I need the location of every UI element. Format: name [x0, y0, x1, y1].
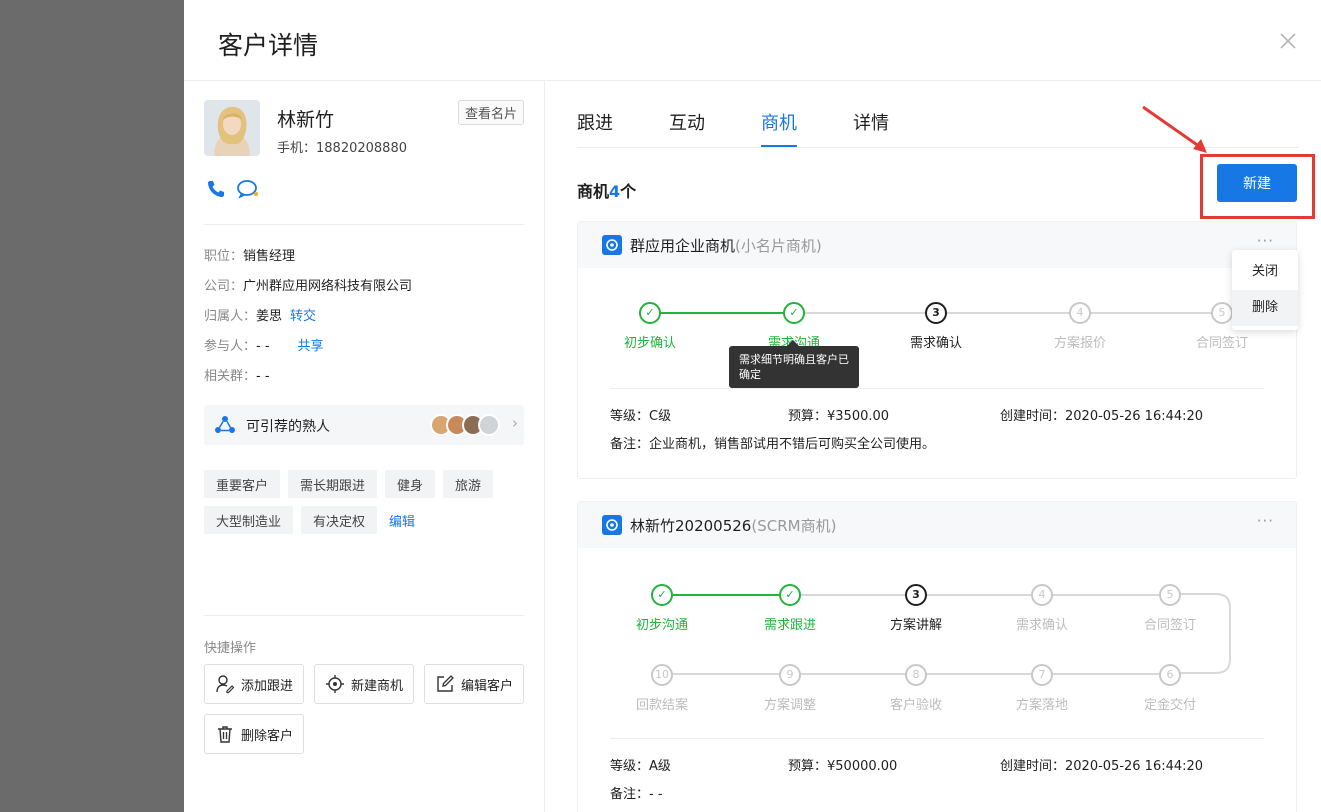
network-icon — [215, 416, 235, 433]
stage-step: 3 需求确认 — [896, 302, 976, 351]
info-company: 公司：广州群应用网络科技有限公司 — [204, 279, 413, 294]
tab-followup[interactable]: 跟进 — [577, 109, 613, 147]
opportunity-card-header: 林新竹20200526(SCRM商机) ··· — [578, 502, 1296, 548]
avatar — [204, 100, 260, 156]
tab-bar: 跟进 互动 商机 详情 — [577, 109, 945, 147]
info-owner: 归属人：姜思 转交 — [204, 309, 317, 324]
tag: 重要客户 — [204, 470, 281, 498]
detail-tabs-panel: 跟进 互动 商机 详情 商机4个 新建 群应用企业商机(小名片商机) ··· ✓… — [577, 81, 1315, 812]
stage-tooltip: 需求细节明确且客户已确定 — [729, 340, 859, 388]
more-acquaintances-icon — [478, 414, 500, 436]
profile-divider — [204, 224, 524, 225]
menu-close[interactable]: 关闭 — [1232, 254, 1298, 290]
stage-step: 8 客户验收 — [876, 664, 956, 713]
drawer-title: 客户详情 — [218, 31, 319, 60]
opportunity-meta: 等级：A级 预算：¥50000.00 创建时间：2020-05-26 16:44… — [610, 738, 1264, 811]
contact-icons — [206, 179, 260, 199]
stage-progress: ✓ 初步沟通 ✓ 需求跟进 3 方案讲解 4 需求确认 5 合同签订 6 定金交付 7 方案落… — [578, 548, 1296, 738]
share-link[interactable]: 共享 — [298, 339, 324, 354]
stage-step: 10 回款结案 — [622, 664, 702, 713]
tab-opportunity[interactable]: 商机 — [761, 109, 797, 147]
chevron-right-icon: › — [512, 414, 518, 432]
opportunity-context-menu: 关闭 删除 — [1232, 250, 1298, 330]
customer-phone: 手机：18820208880 — [277, 141, 407, 156]
add-followup-button[interactable]: 添加跟进 — [204, 664, 304, 704]
user-add-icon — [216, 675, 235, 694]
view-card-button[interactable]: 查看名片 — [457, 100, 524, 125]
meta-note: 备注：- - — [610, 787, 663, 802]
acquaintance-label: 可引荐的熟人 — [246, 419, 330, 435]
customer-name: 林新竹 — [277, 109, 335, 131]
delete-customer-button[interactable]: 删除客户 — [204, 714, 304, 754]
edit-customer-button[interactable]: 编辑客户 — [424, 664, 524, 704]
modal-backdrop[interactable] — [0, 0, 184, 812]
info-groups: 相关群：- - — [204, 369, 270, 384]
quick-actions-title: 快捷操作 — [204, 641, 257, 656]
chat-icon[interactable] — [236, 179, 260, 199]
more-options-icon[interactable]: ··· — [1257, 232, 1274, 250]
column-divider — [544, 81, 545, 812]
trash-icon — [218, 726, 232, 743]
transfer-link[interactable]: 转交 — [290, 309, 316, 324]
meta-row: 等级：A级 预算：¥50000.00 创建时间：2020-05-26 16:44… — [610, 759, 1204, 774]
tag: 有决定权 — [301, 506, 378, 534]
opportunity-count: 商机4个 — [577, 182, 637, 201]
more-options-icon[interactable]: ··· — [1257, 512, 1274, 530]
edit-icon — [437, 675, 454, 692]
stage-step: ✓ 初步确认 — [610, 302, 690, 351]
customer-detail-drawer: 客户详情 林新竹 手机：18820208880 查看名片 职位：销售经理 公司：… — [184, 0, 1321, 812]
stage-step: ✓ 初步沟通 — [622, 584, 702, 633]
tag: 旅游 — [443, 470, 494, 498]
tab-details[interactable]: 详情 — [853, 109, 889, 147]
info-participants: 参与人：- - 共享 — [204, 339, 324, 354]
new-opportunity-primary-button[interactable]: 新建 — [1217, 164, 1297, 202]
opportunity-title: 林新竹20200526(SCRM商机) — [630, 517, 837, 535]
opportunity-card: 林新竹20200526(SCRM商机) ··· ✓ 初步沟通 ✓ 需求跟进 3 方案讲… — [577, 501, 1297, 812]
customer-info-list: 职位：销售经理 公司：广州群应用网络科技有限公司 归属人：姜思 转交 参与人：- … — [204, 247, 524, 397]
quick-actions: 添加跟进 新建商机 编辑客户 删除客户 — [204, 664, 534, 754]
stage-step: 5 合同签订 — [1130, 584, 1210, 633]
opportunity-card: 群应用企业商机(小名片商机) ··· ✓初步确认 ✓需求沟通 3需求确认 4方案… — [577, 221, 1298, 479]
tab-interaction[interactable]: 互动 — [669, 109, 705, 147]
meta-note: 备注：企业商机，销售部试用不错后可购买全公司使用。 — [610, 437, 936, 452]
annotation-arrow-icon — [1142, 105, 1207, 153]
stage-progress: ✓初步确认 ✓需求沟通 3需求确认 4方案报价 5合同签订 需求细节明确且客户已… — [578, 268, 1296, 388]
stage-step: 4 方案报价 — [1040, 302, 1120, 351]
customer-tags: 重要客户 需长期跟进 健身 旅游 大型制造业 有决定权 编辑 — [204, 470, 524, 534]
opportunity-icon — [602, 515, 622, 535]
stage-step: 9 方案调整 — [750, 664, 830, 713]
customer-profile-panel: 林新竹 手机：18820208880 查看名片 职位：销售经理 公司：广州群应用… — [204, 81, 524, 812]
info-position: 职位：销售经理 — [204, 249, 296, 264]
opportunity-icon — [602, 235, 622, 255]
tag: 健身 — [385, 470, 436, 498]
stage-step: ✓ 需求跟进 — [750, 584, 830, 633]
edit-tags-link[interactable]: 编辑 — [385, 506, 419, 534]
tag: 大型制造业 — [204, 506, 294, 534]
stage-step: 6 定金交付 — [1130, 664, 1210, 713]
opportunity-meta: 等级：C级 预算：¥3500.00 创建时间：2020-05-26 16:44:… — [610, 388, 1264, 461]
stage-step: 4 需求确认 — [1002, 584, 1082, 633]
stage-connector — [794, 312, 1224, 314]
close-icon[interactable] — [1277, 30, 1299, 52]
phone-icon[interactable] — [206, 179, 226, 199]
tag: 需长期跟进 — [288, 470, 378, 498]
opportunity-title: 群应用企业商机(小名片商机) — [630, 237, 822, 255]
meta-row: 等级：C级 预算：¥3500.00 创建时间：2020-05-26 16:44:… — [610, 409, 1204, 424]
stage-step: 3 方案讲解 — [876, 584, 956, 633]
stage-step: 7 方案落地 — [1002, 664, 1082, 713]
stage-connector — [790, 594, 1170, 596]
menu-delete[interactable]: 删除 — [1232, 290, 1298, 326]
acquaintance-recommend[interactable]: 可引荐的熟人 › — [204, 405, 524, 445]
opportunity-card-header: 群应用企业商机(小名片商机) ··· — [578, 222, 1296, 268]
target-icon — [326, 675, 344, 693]
acquaintance-avatars — [430, 414, 500, 436]
quick-actions-divider — [204, 615, 524, 616]
new-opportunity-button[interactable]: 新建商机 — [314, 664, 414, 704]
